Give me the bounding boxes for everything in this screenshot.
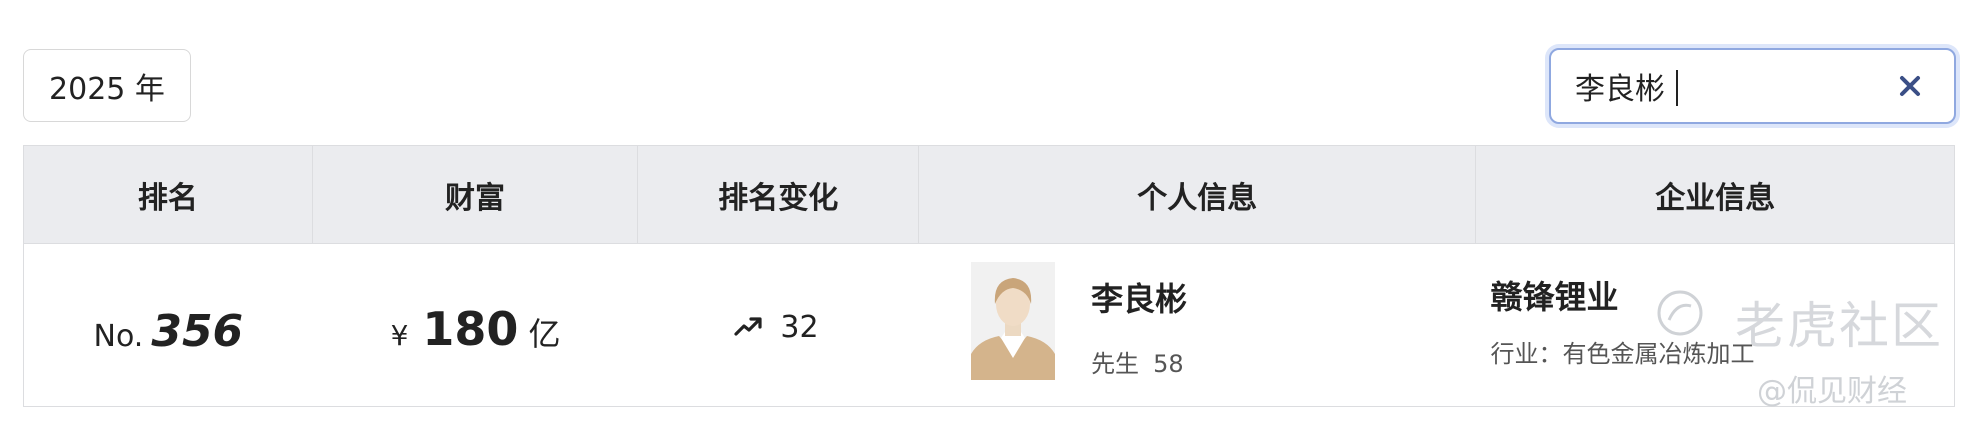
company-name[interactable]: 赣锋锂业 xyxy=(1490,272,1618,318)
header-company-info: 企业信息 xyxy=(1655,180,1776,216)
search-input[interactable] xyxy=(1551,67,1877,105)
wealth-cell: ¥180 亿 xyxy=(313,244,639,406)
currency-symbol: ¥ xyxy=(390,319,409,352)
header-rank: 排名 xyxy=(24,146,313,243)
rank-number: 356 xyxy=(151,306,244,357)
watermark-handle: @侃见财经 xyxy=(1757,374,1907,409)
table-header: 排名 财富 排名变化 个人信息 企业信息 xyxy=(24,146,1954,244)
header-rank-change: 排名变化 xyxy=(638,146,920,243)
ranking-table: 排名 财富 排名变化 个人信息 企业信息 No. 356 ¥180 亿 32 李… xyxy=(23,145,1955,407)
person-age: 58 xyxy=(1153,350,1184,378)
text-caret xyxy=(1676,70,1678,106)
rank-cell: No. 356 xyxy=(24,244,313,406)
rank-change-cell: 32 xyxy=(638,244,919,406)
watermark-brand: 老虎社区 xyxy=(1735,297,1943,355)
wealth-amount: 180 xyxy=(422,302,519,356)
header-wealth: 财富 xyxy=(313,146,639,243)
rank-change-value: 32 xyxy=(780,310,819,345)
clear-icon[interactable] xyxy=(1896,72,1924,100)
personal-info-cell: 李良彬 先生 58 xyxy=(919,244,1476,406)
company-industry: 行业：有色金属冶炼加工 xyxy=(1490,340,1755,368)
person-meta: 先生 58 xyxy=(1091,344,1184,379)
watermark-logo-icon xyxy=(1655,288,1705,338)
avatar xyxy=(971,262,1056,380)
year-select[interactable]: 2025 年 xyxy=(23,49,191,122)
person-name[interactable]: 李良彬 xyxy=(1091,274,1187,320)
person-title: 先生 xyxy=(1091,350,1140,378)
rank-prefix: No. xyxy=(93,319,144,354)
year-select-label: 2025 年 xyxy=(49,71,165,107)
trending-up-icon xyxy=(734,315,762,341)
header-personal-info: 个人信息 xyxy=(919,146,1477,243)
wealth-unit: 亿 xyxy=(528,315,561,353)
search-box[interactable] xyxy=(1549,48,1956,124)
